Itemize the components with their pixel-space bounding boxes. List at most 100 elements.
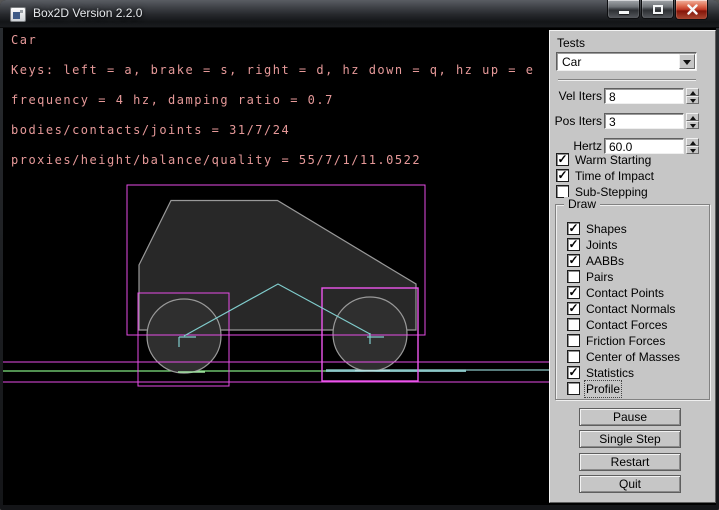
- shapes-checkbox[interactable]: ✓: [567, 222, 580, 235]
- checkbox-row-contact-normals: ✓ Contact Normals: [567, 302, 675, 316]
- pairs-checkbox[interactable]: [567, 270, 580, 283]
- spinner-up-icon: [690, 91, 696, 95]
- tests-dropdown[interactable]: Car: [556, 52, 697, 71]
- spinner-up-button[interactable]: [686, 138, 699, 146]
- draw-group-title: Draw: [564, 197, 600, 211]
- contact-forces-checkbox[interactable]: [567, 318, 580, 331]
- vel-iters-field[interactable]: 8: [604, 88, 684, 104]
- spinner-down-icon: [690, 124, 696, 128]
- friction-forces-checkbox[interactable]: [567, 334, 580, 347]
- spinner-down-button[interactable]: [686, 121, 699, 129]
- spinner-down-icon: [690, 149, 696, 153]
- checkbox-row-contact-points: ✓ Contact Points: [567, 286, 664, 300]
- separator-line: [558, 79, 696, 81]
- pos-iters-spinner: [686, 113, 699, 129]
- maximize-icon: [653, 5, 663, 14]
- checkbox-row-contact-forces: Contact Forces: [567, 318, 667, 332]
- joints-checkbox-label: Joints: [586, 238, 617, 252]
- warm-starting-checkbox[interactable]: ✓: [556, 153, 569, 166]
- control-panel: Tests Car Vel Iters 8 Pos I: [549, 30, 716, 503]
- pause-button[interactable]: Pause: [579, 408, 681, 426]
- spinner-up-icon: [690, 141, 696, 145]
- center-of-masses-checkbox-label: Center of Masses: [586, 350, 680, 364]
- hertz-field[interactable]: 60.0: [604, 138, 684, 154]
- contact-points-checkbox-label: Contact Points: [586, 286, 664, 300]
- checkbox-row-joints: ✓ Joints: [567, 238, 617, 252]
- minimize-button[interactable]: [607, 0, 640, 19]
- checkbox-row-statistics: ✓ Statistics: [567, 366, 634, 380]
- vel-iters-row: Vel Iters 8: [550, 88, 717, 104]
- joints-checkbox[interactable]: ✓: [567, 238, 580, 251]
- statistics-checkbox[interactable]: ✓: [567, 366, 580, 379]
- vel-iters-spinner: [686, 88, 699, 104]
- contact-normals-checkbox-label: Contact Normals: [586, 302, 675, 316]
- time-of-impact-checkbox[interactable]: ✓: [556, 169, 569, 182]
- aabbs-checkbox[interactable]: ✓: [567, 254, 580, 267]
- single-step-button[interactable]: Single Step: [579, 430, 681, 448]
- center-of-masses-checkbox[interactable]: [567, 350, 580, 363]
- hertz-value: 60.0: [609, 140, 632, 154]
- checkbox-row-pairs: Pairs: [567, 270, 613, 284]
- friction-forces-checkbox-label: Friction Forces: [586, 334, 665, 348]
- contact-normals-checkbox[interactable]: ✓: [567, 302, 580, 315]
- statistics-checkbox-label: Statistics: [586, 366, 634, 380]
- title-bar[interactable]: Box2D Version 2.2.0: [0, 0, 719, 28]
- spinner-down-button[interactable]: [686, 146, 699, 154]
- tests-dropdown-button[interactable]: [679, 54, 695, 69]
- close-button[interactable]: [675, 0, 708, 20]
- checkbox-row-friction-forces: Friction Forces: [567, 334, 665, 348]
- spinner-up-icon: [690, 116, 696, 120]
- stats-text-overlay: Car Keys: left = a, brake = s, right = d…: [11, 33, 534, 168]
- pos-iters-label: Pos Iters: [555, 114, 602, 128]
- pos-iters-value: 3: [609, 115, 616, 129]
- keys-help-line: Keys: left = a, brake = s, right = d, hz…: [11, 63, 534, 77]
- pos-iters-field[interactable]: 3: [604, 113, 684, 129]
- hertz-row: Hertz 60.0: [550, 138, 717, 154]
- app-icon: [10, 7, 26, 22]
- tests-selected-value: Car: [562, 55, 581, 69]
- simulation-canvas[interactable]: Car Keys: left = a, brake = s, right = d…: [3, 28, 550, 505]
- contact-forces-checkbox-label: Contact Forces: [586, 318, 667, 332]
- time-of-impact-checkbox-label: Time of Impact: [575, 169, 654, 183]
- window-controls: [607, 0, 708, 20]
- test-title-line: Car: [11, 33, 37, 47]
- checkbox-row-center-of-masses: Center of Masses: [567, 350, 680, 364]
- warm-starting-checkbox-label: Warm Starting: [575, 153, 651, 167]
- shapes-checkbox-label: Shapes: [586, 222, 627, 236]
- window-title: Box2D Version 2.2.0: [33, 6, 142, 20]
- app-icon-detail-dot: [20, 10, 23, 13]
- spinner-down-icon: [690, 99, 696, 103]
- bridge-joint-chain: [326, 369, 466, 372]
- tests-label: Tests: [557, 36, 585, 50]
- proxies-stats-line: proxies/height/balance/quality = 55/7/1/…: [11, 153, 421, 167]
- profile-checkbox[interactable]: [567, 382, 580, 395]
- app-icon-detail: [13, 12, 20, 19]
- hertz-spinner: [686, 138, 699, 154]
- bodies-stats-line: bodies/contacts/joints = 31/7/24: [11, 123, 290, 137]
- window-content: Car Keys: left = a, brake = s, right = d…: [3, 28, 716, 505]
- spinner-up-button[interactable]: [686, 88, 699, 96]
- checkbox-row-warm-starting: ✓ Warm Starting: [556, 153, 651, 167]
- pairs-checkbox-label: Pairs: [586, 270, 613, 284]
- aabbs-checkbox-label: AABBs: [586, 254, 624, 268]
- minimize-icon: [619, 11, 629, 14]
- restart-button[interactable]: Restart: [579, 453, 681, 471]
- spinner-down-button[interactable]: [686, 96, 699, 104]
- checkbox-row-shapes: ✓ Shapes: [567, 222, 627, 236]
- frequency-line: frequency = 4 hz, damping ratio = 0.7: [11, 93, 334, 107]
- close-icon: [687, 4, 698, 15]
- vel-iters-label: Vel Iters: [559, 89, 602, 103]
- profile-checkbox-label: Profile: [586, 382, 620, 396]
- spinner-up-button[interactable]: [686, 113, 699, 121]
- checkbox-row-profile: Profile: [567, 382, 620, 396]
- quit-button[interactable]: Quit: [579, 475, 681, 493]
- app-window: Box2D Version 2.2.0: [0, 0, 719, 510]
- draw-groupbox: Draw ✓Shapes✓Joints✓AABBsPairs✓Contact P…: [555, 204, 710, 400]
- maximize-button[interactable]: [641, 0, 674, 19]
- contact-points-checkbox[interactable]: ✓: [567, 286, 580, 299]
- hertz-label: Hertz: [573, 139, 602, 153]
- pos-iters-row: Pos Iters 3: [550, 113, 717, 129]
- checkbox-row-time-of-impact: ✓ Time of Impact: [556, 169, 654, 183]
- vel-iters-value: 8: [609, 90, 616, 104]
- checkbox-row-aabbs: ✓ AABBs: [567, 254, 624, 268]
